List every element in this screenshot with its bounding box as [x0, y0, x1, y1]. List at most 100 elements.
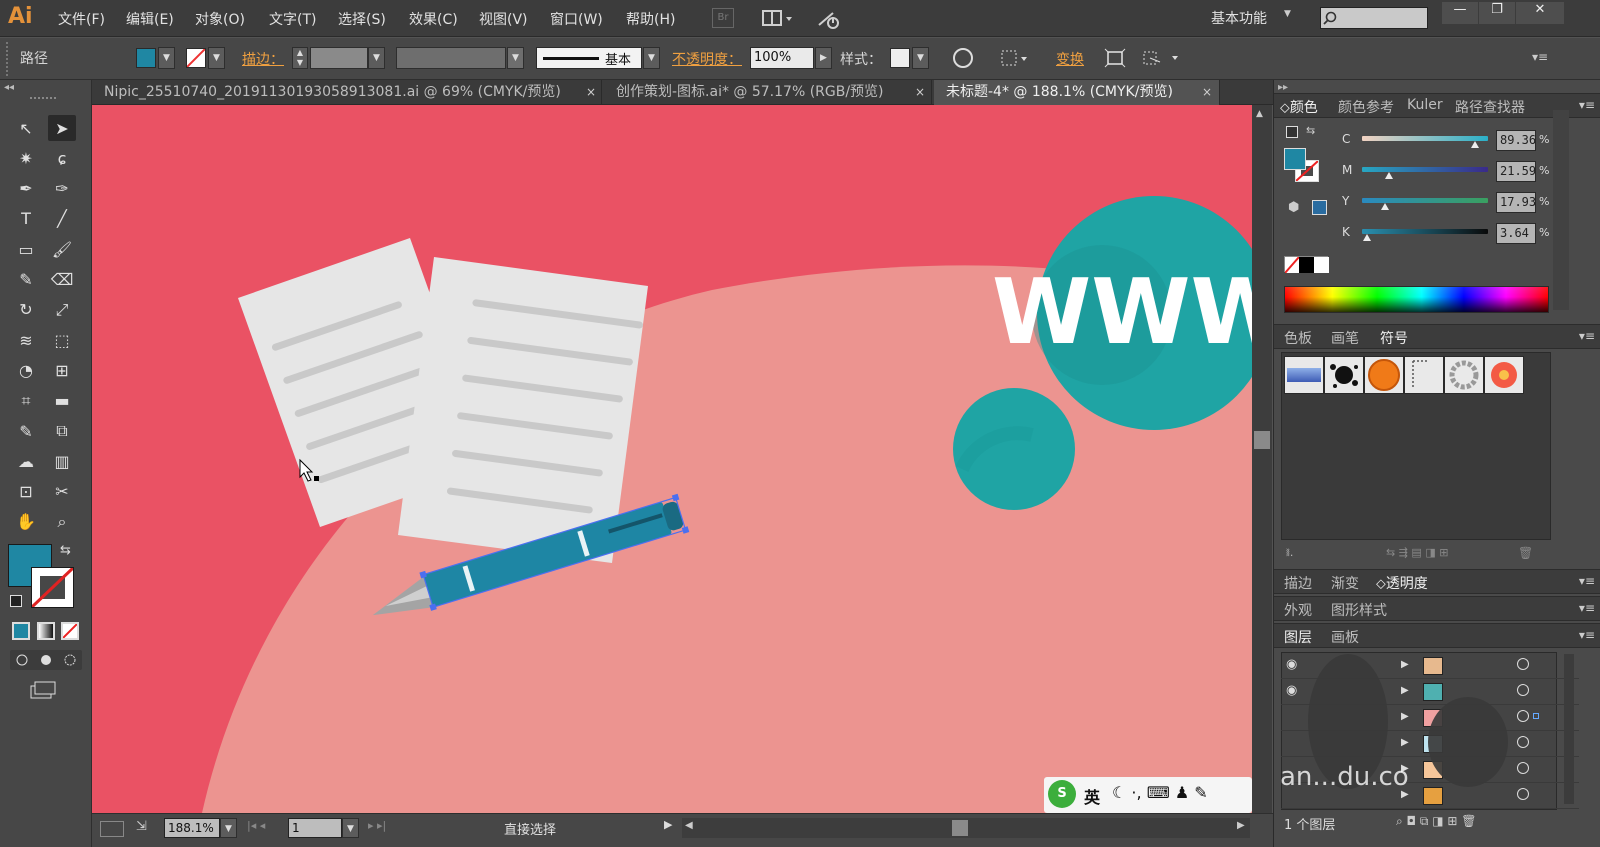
panel-menu-icon[interactable]: ▾≡	[1579, 98, 1595, 112]
fill-color-swatch[interactable]	[136, 48, 156, 68]
artboard-tool[interactable]: ⊡	[12, 479, 40, 505]
profile-dropdown[interactable]: ▼	[507, 47, 524, 69]
hscroll-thumb[interactable]	[952, 820, 968, 836]
menu-view[interactable]: 视图(V)	[479, 9, 528, 29]
tab-transparency[interactable]: ⬦透明度	[1376, 573, 1428, 593]
magic-wand-tool[interactable]: ✷	[12, 145, 40, 171]
ime-language-label[interactable]: 英	[1084, 784, 1100, 808]
none-mode-button[interactable]	[61, 622, 79, 640]
target-circle-icon[interactable]	[1517, 658, 1529, 670]
tab-untitled-4[interactable]: 未标题-4* @ 188.1% (CMYK/预览)	[934, 80, 1220, 105]
stroke-swatch[interactable]	[30, 566, 75, 609]
fill-dropdown[interactable]: ▼	[158, 47, 175, 69]
tab-color-guide[interactable]: 颜色参考	[1338, 97, 1394, 117]
panel-menu-icon[interactable]: ▾≡	[1579, 601, 1595, 615]
close-window-button[interactable]: ✕	[1516, 2, 1564, 24]
menu-file[interactable]: 文件(F)	[58, 9, 105, 29]
target-circle-icon[interactable]	[1517, 736, 1529, 748]
graphic-style-dropdown[interactable]: ▼	[912, 47, 929, 69]
lasso-tool[interactable]: ɕ	[48, 145, 76, 171]
gradient-mode-button[interactable]	[37, 622, 55, 640]
scroll-left-arrow[interactable]: ◀	[685, 820, 693, 831]
zoom-dropdown[interactable]: ▼	[220, 818, 237, 838]
target-circle-icon[interactable]	[1517, 762, 1529, 774]
channel-value-k[interactable]: 3.64	[1496, 223, 1536, 244]
none-black-white-swatches[interactable]	[1284, 256, 1329, 274]
target-circle-icon[interactable]	[1517, 788, 1529, 800]
curvature-tool[interactable]: ✑	[48, 176, 76, 202]
slice-tool[interactable]: ✂	[48, 479, 76, 505]
maximize-button[interactable]: ❐	[1479, 2, 1515, 24]
line-tool[interactable]: ╱	[48, 206, 76, 232]
sync-icon[interactable]	[815, 7, 841, 31]
symbol-blue-bar[interactable]	[1284, 356, 1324, 394]
layers-scrollbar[interactable]	[1564, 654, 1574, 804]
channel-slider-thumb[interactable]	[1385, 172, 1394, 179]
tab-color[interactable]: ⬦颜色	[1280, 97, 1318, 117]
workspace-chevron-icon[interactable]: ▼	[1284, 9, 1291, 19]
stroke-weight-stepper[interactable]: ▲ ▼	[292, 47, 308, 69]
direct-selection-tool[interactable]: ➤	[48, 115, 76, 141]
out-of-gamut-cube-icon[interactable]: ⬢	[1288, 200, 1299, 215]
perspective-tool[interactable]: ⊞	[48, 357, 76, 383]
eye-icon[interactable]: ◉	[1286, 683, 1297, 698]
eraser-tool[interactable]: ⌫	[48, 267, 76, 293]
stroke-weight-dropdown[interactable]: ▼	[368, 47, 385, 69]
vertical-scrollbar[interactable]: ▲	[1252, 105, 1272, 813]
horizontal-scrollbar[interactable]: ◀ ▶	[682, 818, 1250, 838]
tab-close-icon[interactable]: ×	[586, 85, 596, 99]
stroke-label[interactable]: 描边：	[242, 49, 284, 69]
color-panel-scrollbar[interactable]	[1553, 110, 1569, 310]
opacity-input[interactable]: 100%	[750, 47, 814, 69]
toolbar-grip[interactable]	[30, 97, 56, 100]
bridge-button[interactable]: Br	[712, 8, 734, 28]
panel-collapse-icon[interactable]: ▸▸	[1278, 82, 1288, 93]
channel-slider-c[interactable]	[1362, 136, 1488, 141]
tab-nipic-document[interactable]: Nipic_25510740_20191130193058913081.ai @…	[92, 80, 602, 105]
tab-gradient[interactable]: 渐变	[1331, 573, 1359, 593]
delete-symbol-icon[interactable]: 🗑	[1518, 546, 1533, 560]
control-bar-grip[interactable]	[6, 42, 10, 76]
search-input[interactable]	[1320, 7, 1428, 29]
align-to-icon[interactable]	[1000, 48, 1030, 68]
channel-slider-k[interactable]	[1362, 229, 1488, 234]
tab-symbols[interactable]: 符号	[1380, 328, 1408, 348]
mesh-tool[interactable]: ⌗	[12, 388, 40, 414]
symbol-ring[interactable]	[1444, 356, 1484, 394]
select-similar-icon[interactable]	[1140, 48, 1184, 68]
tab-swatches[interactable]: 色板	[1284, 328, 1312, 348]
layer-action-icons[interactable]: ⌕ ◘ ⧉ ◨ ⊞ 🗑	[1396, 814, 1476, 829]
panel-menu-icon[interactable]: ▾≡	[1579, 329, 1595, 343]
artboard-dropdown[interactable]: ▼	[342, 818, 359, 838]
rectangle-tool[interactable]: ▭	[12, 236, 40, 262]
web-safe-swatch[interactable]	[1312, 200, 1327, 215]
graphic-style-swatch[interactable]	[890, 48, 910, 68]
column-graph-tool[interactable]: ▥	[48, 448, 76, 474]
ime-tool-icons[interactable]: ☾ ·, ⌨ ♟ ✎	[1112, 783, 1208, 802]
channel-value-c[interactable]: 89.36	[1496, 130, 1536, 151]
rotate-tool[interactable]: ↻	[12, 297, 40, 323]
toolbar-collapse-icon[interactable]: ◂◂	[4, 82, 14, 93]
scroll-right-arrow[interactable]: ▶	[1237, 820, 1245, 831]
menu-help[interactable]: 帮助(H)	[626, 9, 675, 29]
gradient-tool[interactable]: ▬	[48, 388, 76, 414]
paintbrush-tool[interactable]: 🖌	[48, 236, 76, 262]
channel-slider-thumb[interactable]	[1362, 234, 1371, 241]
menu-edit[interactable]: 编辑(E)	[126, 9, 174, 29]
symbol-action-icons[interactable]: ⇆ ⇶ ▤ ◨ ⊞	[1386, 546, 1448, 559]
menu-window[interactable]: 窗口(W)	[550, 9, 603, 29]
channel-slider-thumb[interactable]	[1470, 141, 1479, 148]
brush-definition-field[interactable]: 基本	[536, 47, 642, 69]
zoom-field[interactable]: 188.1%	[164, 818, 220, 838]
symbol-dotted-frame[interactable]	[1404, 356, 1444, 394]
hand-tool[interactable]: ✋	[12, 509, 40, 535]
eyedropper-tool[interactable]: ✎	[12, 418, 40, 444]
screen-mode-icon[interactable]	[30, 681, 56, 699]
default-colors-icon[interactable]	[10, 595, 22, 607]
tab-layers[interactable]: 图层	[1284, 627, 1312, 647]
tab-icon-document[interactable]: 创作策划-图标.ai* @ 57.17% (RGB/预览)	[604, 80, 932, 105]
target-circle-icon[interactable]	[1517, 684, 1529, 696]
free-transform-tool[interactable]: ⬚	[48, 327, 76, 353]
symbol-ink-splat[interactable]	[1324, 356, 1364, 394]
artboard-canvas[interactable]: WWW S 英 ☾ ·, ⌨ ♟ ✎	[92, 105, 1252, 813]
